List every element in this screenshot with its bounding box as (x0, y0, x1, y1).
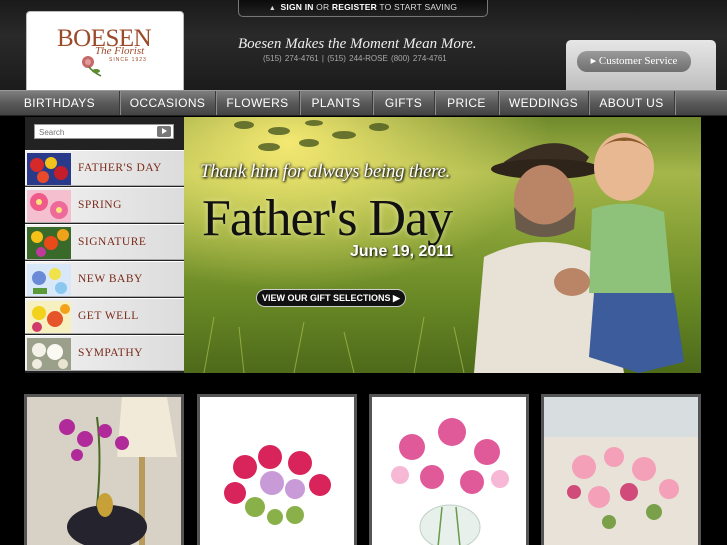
nav-plants[interactable]: PLANTS (300, 91, 373, 115)
sidebar: FATHER'S DAY SPRING SIGNATURE NEW BABY (25, 117, 184, 373)
get-well-thumb-icon (27, 301, 71, 333)
nav-about-us[interactable]: ABOUT US (589, 91, 675, 115)
sidebar-item-spring[interactable]: SPRING (25, 187, 184, 223)
garden-bouquet-photo-icon (544, 397, 698, 545)
register-link[interactable]: REGISTER (332, 2, 377, 12)
nav-gifts[interactable]: GIFTS (373, 91, 435, 115)
hero-cta-label: VIEW OUR GIFT SELECTIONS (262, 293, 391, 303)
nav-price[interactable]: PRICE (435, 91, 499, 115)
customer-service-button[interactable]: ▸ Customer Service (577, 51, 691, 72)
search-go-icon[interactable] (157, 126, 171, 137)
signin-bar[interactable]: ▲ SIGN IN OR REGISTER TO START SAVING (238, 0, 488, 17)
nav-birthdays[interactable]: BIRTHDAYS (0, 91, 120, 115)
hero-title: Father's Day (202, 190, 453, 247)
product-roses[interactable] (197, 394, 357, 545)
product-orchid[interactable] (24, 394, 184, 545)
sidebar-item-label: FATHER'S DAY (78, 162, 162, 174)
nav-occasions[interactable]: OCCASIONS (120, 91, 216, 115)
spring-thumb-icon (27, 190, 71, 222)
sidebar-item-label: SIGNATURE (78, 236, 147, 248)
signin-or-text: OR (316, 2, 330, 12)
product-lilies[interactable] (369, 394, 529, 545)
logo[interactable]: BOESEN The Florist SINCE 1923 (26, 11, 184, 91)
signature-thumb-icon (27, 227, 71, 259)
main-nav: BIRTHDAYS OCCASIONS FLOWERS PLANTS GIFTS… (0, 90, 727, 116)
signin-rest-text: TO START SAVING (379, 2, 458, 12)
hero-banner[interactable]: Thank him for always being there. Father… (184, 117, 701, 373)
sign-in-link[interactable]: SIGN IN (281, 2, 314, 12)
sidebar-item-get-well[interactable]: GET WELL (25, 298, 184, 334)
sidebar-item-fathers-day[interactable]: FATHER'S DAY (25, 150, 184, 186)
new-baby-thumb-icon (27, 264, 71, 296)
arrow-right-icon: ▶ (393, 293, 400, 303)
nav-flowers[interactable]: FLOWERS (216, 91, 300, 115)
roses-photo-icon (200, 397, 354, 545)
tagline: Boesen Makes the Moment Mean More. (238, 36, 477, 52)
sidebar-item-new-baby[interactable]: NEW BABY (25, 261, 184, 297)
site-header: ▲ SIGN IN OR REGISTER TO START SAVING BO… (0, 0, 727, 92)
sidebar-item-label: SPRING (78, 199, 122, 211)
sidebar-item-signature[interactable]: SIGNATURE (25, 224, 184, 260)
lilies-photo-icon (372, 397, 526, 545)
rose-icon (82, 56, 102, 77)
phone-numbers: (515) 274-4761 | (515) 244-ROSE (800) 27… (263, 54, 447, 63)
logo-since: SINCE 1923 (109, 57, 147, 63)
sidebar-item-sympathy[interactable]: SYMPATHY (25, 335, 184, 371)
search-box (34, 124, 174, 139)
sidebar-item-label: NEW BABY (78, 273, 143, 285)
product-garden-bouquet[interactable] (541, 394, 701, 545)
triangle-up-icon: ▲ (268, 5, 276, 12)
sympathy-thumb-icon (27, 338, 71, 370)
sidebar-item-label: SYMPATHY (78, 347, 143, 359)
play-arrow-icon: ▸ (590, 55, 599, 67)
nav-weddings[interactable]: WEDDINGS (499, 91, 589, 115)
fathers-day-thumb-icon (27, 153, 71, 185)
hero-subtitle: Thank him for always being there. (200, 161, 451, 182)
sidebar-item-label: GET WELL (78, 310, 139, 322)
customer-service-label: Customer Service (598, 55, 678, 67)
orchid-photo-icon (27, 397, 181, 545)
search-input[interactable] (39, 126, 149, 138)
view-gifts-button[interactable]: VIEW OUR GIFT SELECTIONS ▶ (256, 289, 406, 307)
hero-date: June 19, 2011 (350, 243, 454, 260)
